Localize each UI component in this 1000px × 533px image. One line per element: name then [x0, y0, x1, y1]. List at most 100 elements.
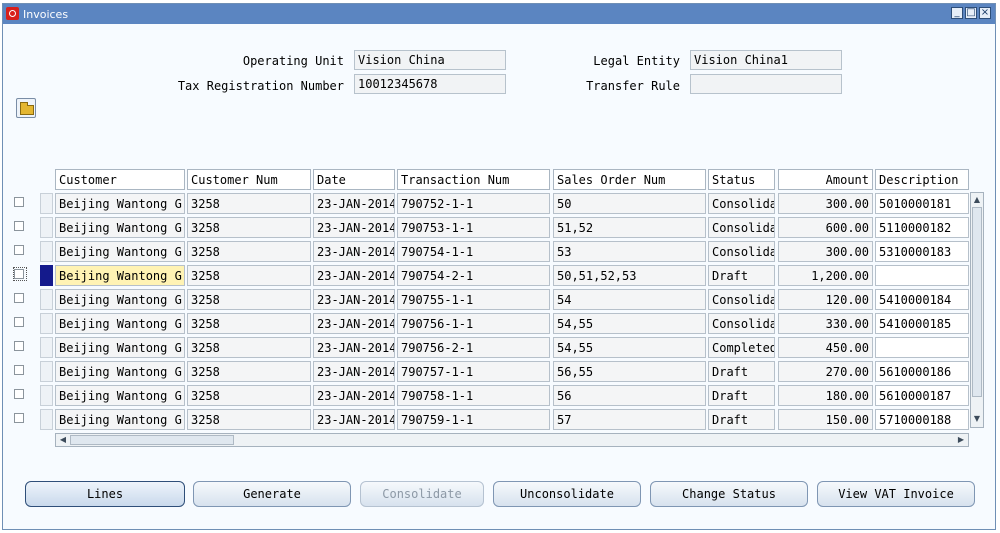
row-checkbox[interactable]: [14, 317, 24, 327]
cell-date[interactable]: 23-JAN-2014: [313, 313, 395, 334]
row-selector[interactable]: [40, 241, 53, 262]
row-selector[interactable]: [40, 193, 53, 214]
cell-amount[interactable]: 450.00: [778, 337, 873, 358]
cell-amount[interactable]: 300.00: [778, 193, 873, 214]
scroll-up-icon[interactable]: ▲: [971, 194, 983, 206]
cell-date[interactable]: 23-JAN-2014: [313, 337, 395, 358]
cell-transaction-num[interactable]: 790758-1-1: [397, 385, 550, 406]
cell-customer[interactable]: Beijing Wantong Gr: [55, 361, 185, 382]
cell-amount[interactable]: 1,200.00: [778, 265, 873, 286]
maximize-icon[interactable]: □: [965, 7, 977, 19]
title-bar[interactable]: Invoices _ □ ×: [3, 4, 995, 24]
cell-date[interactable]: 23-JAN-2014: [313, 265, 395, 286]
row-selector[interactable]: [40, 217, 53, 238]
cell-sales-order-num[interactable]: 50,51,52,53: [553, 265, 706, 286]
cell-amount[interactable]: 300.00: [778, 241, 873, 262]
cell-status[interactable]: Draft: [708, 265, 775, 286]
cell-status[interactable]: Completed: [708, 337, 775, 358]
cell-transaction-num[interactable]: 790756-2-1: [397, 337, 550, 358]
scroll-down-icon[interactable]: ▼: [971, 413, 983, 425]
cell-description[interactable]: [875, 337, 969, 358]
column-header-status[interactable]: Status: [708, 169, 775, 190]
cell-customer[interactable]: Beijing Wantong Gr: [55, 337, 185, 358]
cell-description[interactable]: 5610000186: [875, 361, 969, 382]
cell-status[interactable]: Consolida: [708, 313, 775, 334]
cell-description[interactable]: [875, 265, 969, 286]
cell-sales-order-num[interactable]: 54: [553, 289, 706, 310]
cell-transaction-num[interactable]: 790754-1-1: [397, 241, 550, 262]
cell-sales-order-num[interactable]: 51,52: [553, 217, 706, 238]
cell-transaction-num[interactable]: 790759-1-1: [397, 409, 550, 430]
vertical-scrollbar[interactable]: ▲ ▼: [970, 192, 984, 428]
cell-date[interactable]: 23-JAN-2014: [313, 241, 395, 262]
cell-customer-num[interactable]: 3258: [187, 385, 311, 406]
cell-customer[interactable]: Beijing Wantong Gr: [55, 313, 185, 334]
column-header-customer[interactable]: Customer: [55, 169, 185, 190]
cell-date[interactable]: 23-JAN-2014: [313, 409, 395, 430]
cell-sales-order-num[interactable]: 53: [553, 241, 706, 262]
row-selector[interactable]: [40, 289, 53, 310]
change-status-button[interactable]: Change Status: [650, 481, 808, 507]
tax-registration-field[interactable]: 10012345678: [354, 74, 506, 94]
cell-amount[interactable]: 120.00: [778, 289, 873, 310]
row-checkbox[interactable]: [14, 221, 24, 231]
row-checkbox[interactable]: [14, 413, 24, 423]
cell-date[interactable]: 23-JAN-2014: [313, 193, 395, 214]
cell-transaction-num[interactable]: 790755-1-1: [397, 289, 550, 310]
cell-sales-order-num[interactable]: 56,55: [553, 361, 706, 382]
column-header-description[interactable]: Description: [875, 169, 969, 190]
cell-status[interactable]: Consolida: [708, 241, 775, 262]
row-checkbox[interactable]: [14, 341, 24, 351]
cell-date[interactable]: 23-JAN-2014: [313, 361, 395, 382]
cell-customer-num[interactable]: 3258: [187, 289, 311, 310]
cell-status[interactable]: Draft: [708, 409, 775, 430]
cell-description[interactable]: 5410000185: [875, 313, 969, 334]
cell-customer-num[interactable]: 3258: [187, 193, 311, 214]
cell-sales-order-num[interactable]: 57: [553, 409, 706, 430]
cell-sales-order-num[interactable]: 50: [553, 193, 706, 214]
cell-date[interactable]: 23-JAN-2014: [313, 217, 395, 238]
cell-date[interactable]: 23-JAN-2014: [313, 289, 395, 310]
cell-customer-num[interactable]: 3258: [187, 265, 311, 286]
lines-button[interactable]: Lines: [25, 481, 185, 507]
minimize-icon[interactable]: _: [951, 7, 963, 19]
cell-transaction-num[interactable]: 790753-1-1: [397, 217, 550, 238]
cell-customer-num[interactable]: 3258: [187, 313, 311, 334]
row-checkbox[interactable]: [14, 293, 24, 303]
row-selector[interactable]: [40, 337, 53, 358]
horizontal-scrollbar[interactable]: ◀ ▶: [55, 433, 969, 447]
cell-description[interactable]: 5610000187: [875, 385, 969, 406]
cell-customer[interactable]: Beijing Wantong Gr: [55, 385, 185, 406]
cell-transaction-num[interactable]: 790752-1-1: [397, 193, 550, 214]
view-vat-invoice-button[interactable]: View VAT Invoice: [817, 481, 975, 507]
operating-unit-field[interactable]: Vision China: [354, 50, 506, 70]
cell-sales-order-num[interactable]: 56: [553, 385, 706, 406]
cell-customer-num[interactable]: 3258: [187, 337, 311, 358]
column-header-customer-num[interactable]: Customer Num: [187, 169, 311, 190]
cell-description[interactable]: 5010000181: [875, 193, 969, 214]
transfer-rule-field[interactable]: [690, 74, 842, 94]
cell-amount[interactable]: 600.00: [778, 217, 873, 238]
cell-status[interactable]: Draft: [708, 385, 775, 406]
cell-status[interactable]: Consolida: [708, 193, 775, 214]
row-checkbox[interactable]: [14, 197, 24, 207]
cell-customer-num[interactable]: 3258: [187, 241, 311, 262]
cell-customer[interactable]: Beijing Wantong Gr: [55, 265, 185, 286]
column-header-sales-order-num[interactable]: Sales Order Num: [553, 169, 706, 190]
consolidate-button[interactable]: Consolidate: [360, 481, 484, 507]
cell-sales-order-num[interactable]: 54,55: [553, 313, 706, 334]
cell-transaction-num[interactable]: 790756-1-1: [397, 313, 550, 334]
row-checkbox[interactable]: [14, 389, 24, 399]
row-selector[interactable]: [40, 265, 53, 286]
cell-customer[interactable]: Beijing Wantong Gr: [55, 409, 185, 430]
cell-amount[interactable]: 180.00: [778, 385, 873, 406]
column-header-amount[interactable]: Amount: [778, 169, 873, 190]
cell-status[interactable]: Consolida: [708, 289, 775, 310]
folder-button[interactable]: [16, 98, 36, 118]
cell-customer[interactable]: Beijing Wantong Gr: [55, 217, 185, 238]
close-icon[interactable]: ×: [979, 7, 991, 19]
row-selector[interactable]: [40, 361, 53, 382]
unconsolidate-button[interactable]: Unconsolidate: [493, 481, 641, 507]
cell-description[interactable]: 5110000182: [875, 217, 969, 238]
cell-transaction-num[interactable]: 790754-2-1: [397, 265, 550, 286]
